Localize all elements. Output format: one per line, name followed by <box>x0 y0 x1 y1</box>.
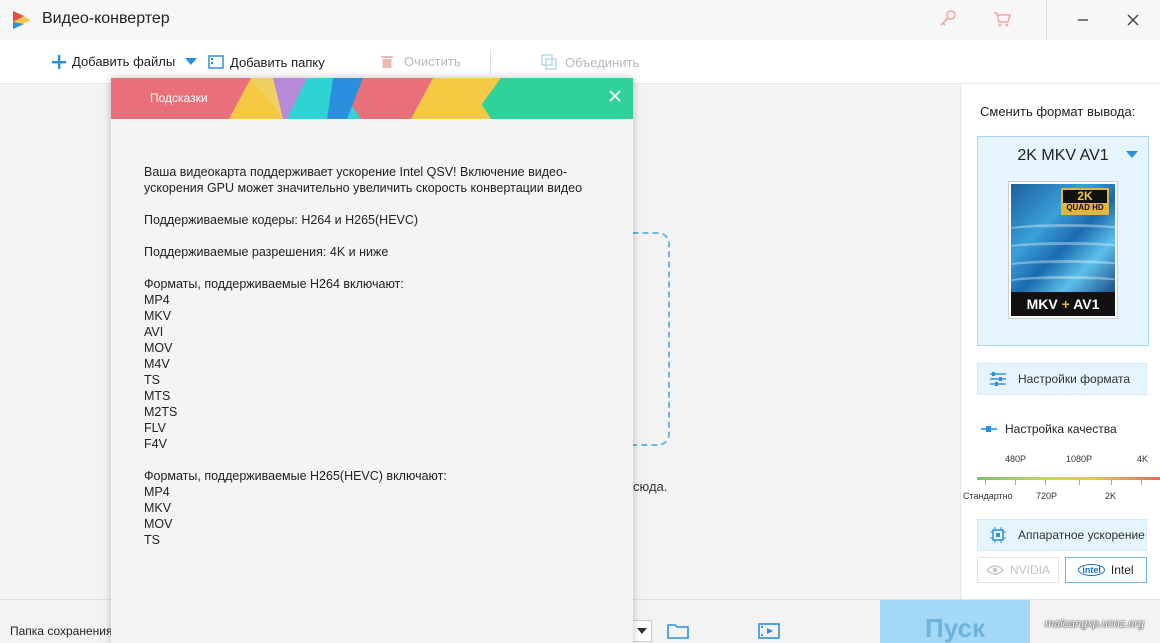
dialog-close-button[interactable] <box>605 86 625 106</box>
quad-hd-badge: 2K QUAD HD <box>1061 188 1109 215</box>
chevron-down-icon[interactable] <box>185 57 198 66</box>
quality-title: Настройка качества <box>981 422 1117 436</box>
dialog-body: Ваша видеокарта поддерживает ускорение I… <box>144 164 614 548</box>
tip-h264-heading: Форматы, поддерживаемые H264 включают: <box>144 277 404 291</box>
add-folder-label: Добавить папку <box>230 54 325 70</box>
format-settings-label: Настройки формата <box>1018 372 1131 386</box>
toolbar-separator <box>490 50 491 74</box>
quality-label-1080p: 1080P <box>1066 454 1093 464</box>
output-format-selector[interactable]: 2K MKV AV1 2K QUAD HD MKV + AV1 <box>977 136 1149 346</box>
tip-intro: Ваша видеокарта поддерживает ускорение I… <box>144 165 583 195</box>
quality-label-standard: Стандартно <box>963 491 1013 501</box>
nvidia-eye-icon <box>985 565 1004 575</box>
cart-icon[interactable] <box>988 6 1016 32</box>
sliders-icon <box>978 371 1018 387</box>
add-folder-button[interactable]: Добавить папку <box>208 54 325 70</box>
list-item: TS <box>144 533 160 547</box>
gpu-intel-button[interactable]: intel Intel <box>1065 557 1147 583</box>
quality-slider[interactable] <box>977 477 1160 480</box>
format-name: 2K MKV AV1 <box>1017 147 1109 164</box>
plus-icon <box>52 54 66 69</box>
save-folder-label: Папка сохранения <box>10 624 113 638</box>
list-item: MOV <box>144 517 173 531</box>
thumbnail-image: 2K QUAD HD <box>1011 184 1115 292</box>
output-format-title: Сменить формат вывода: <box>980 104 1136 119</box>
list-item: MP4 <box>144 485 170 499</box>
save-folder-dropdown[interactable] <box>632 620 652 642</box>
title-separator <box>1046 0 1047 40</box>
film-icon <box>758 623 780 639</box>
quality-label-720p: 720P <box>1036 491 1058 501</box>
format-settings-button[interactable]: Настройки формата <box>977 363 1147 395</box>
h264-format-list: MP4 MKV AVI MOV M4V TS MTS M2TS FLV F4V <box>144 292 614 452</box>
output-panel: Сменить формат вывода: 2K MKV AV1 2K QUA… <box>960 84 1160 599</box>
tips-dialog: Подсказки Ваша видеокарта поддерживает у… <box>111 78 633 643</box>
tip-resolutions: Поддерживаемые разрешения: 4K и ниже <box>144 245 389 259</box>
list-item: MOV <box>144 341 173 355</box>
clear-label: Очистить <box>404 54 461 69</box>
list-item: FLV <box>144 421 166 435</box>
list-item: MKV <box>144 309 172 323</box>
tip-h265-heading: Форматы, поддерживаемые H265(HEVC) включ… <box>144 469 447 483</box>
list-item: M2TS <box>144 405 178 419</box>
quality-label-480p: 480P <box>1005 454 1027 464</box>
merge-button[interactable]: Объединить <box>541 54 639 70</box>
app-title: Видео-конвертер <box>42 10 170 27</box>
trash-icon <box>381 56 393 68</box>
thumbnail-label: MKV + AV1 <box>1011 292 1115 316</box>
watermark-text: maloangxp.ucoz.org <box>1045 618 1145 630</box>
list-item: AVI <box>144 325 164 339</box>
folder-film-icon <box>208 55 224 69</box>
minimize-button[interactable] <box>1071 8 1095 32</box>
list-item: MTS <box>144 389 171 403</box>
add-files-button[interactable]: Добавить файлы <box>52 54 198 69</box>
chevron-down-icon <box>637 628 647 634</box>
quality-slider-icon <box>981 426 997 432</box>
dialog-title: Подсказки <box>150 91 208 105</box>
chip-icon <box>978 526 1018 544</box>
h265-format-list: MP4 MKV MOV TS <box>144 484 614 548</box>
hardware-accel-label: Аппаратное ускорение <box>1018 528 1145 542</box>
app-logo-icon <box>13 11 31 29</box>
drop-hint-text: сюда. <box>633 479 668 494</box>
open-folder-button[interactable] <box>666 620 690 642</box>
add-files-label: Добавить файлы <box>72 54 176 69</box>
quality-label-4k: 4K <box>1137 454 1149 464</box>
caret-down-icon[interactable] <box>1126 151 1138 158</box>
list-item: MP4 <box>144 293 170 307</box>
close-window-button[interactable] <box>1121 8 1145 32</box>
gpu-nvidia-button[interactable]: NVIDIA <box>977 557 1059 583</box>
list-item: F4V <box>144 437 167 451</box>
format-thumbnail: 2K QUAD HD MKV + AV1 <box>1008 181 1118 319</box>
title-bar: Видео-конвертер <box>0 0 1160 40</box>
start-button[interactable]: Пуск <box>880 600 1030 643</box>
output-list-button[interactable] <box>757 620 781 642</box>
clear-button[interactable]: Очистить <box>380 54 461 69</box>
merge-label: Объединить <box>565 54 640 70</box>
list-item: TS <box>144 373 160 387</box>
list-item: MKV <box>144 501 172 515</box>
tip-codecs: Поддерживаемые кодеры: H264 и H265(HEVC) <box>144 213 419 227</box>
list-item: M4V <box>144 357 170 371</box>
hardware-accel-button[interactable]: Аппаратное ускорение <box>977 519 1147 551</box>
key-icon[interactable] <box>934 6 962 32</box>
folder-icon <box>667 624 689 639</box>
merge-icon <box>541 54 557 70</box>
intel-logo-icon: intel <box>1078 564 1105 576</box>
close-icon <box>609 90 621 102</box>
quality-label-2k: 2K <box>1105 491 1117 501</box>
